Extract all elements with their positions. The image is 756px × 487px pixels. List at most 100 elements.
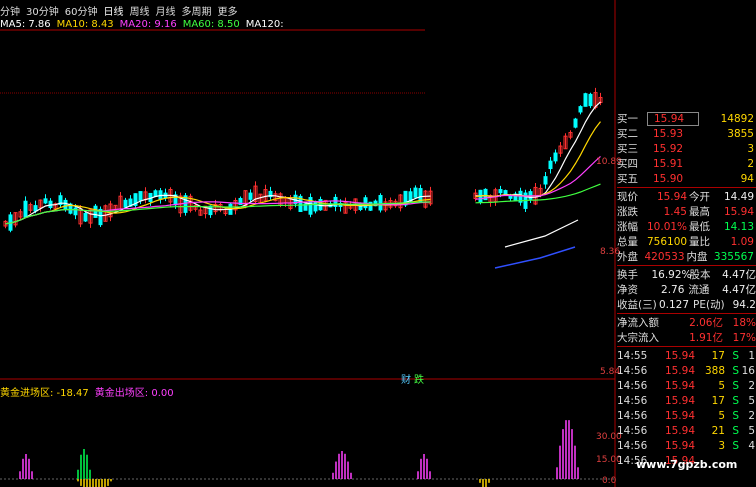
tick-count: 2 — [748, 409, 755, 422]
stat-label: 涨幅 — [617, 221, 638, 233]
candle-body — [578, 106, 583, 113]
tick-time: 14:56 — [617, 409, 648, 422]
tick-count: 4 — [748, 439, 755, 452]
stat-row: 涨幅 10.01% 最低 14.13 — [617, 219, 756, 234]
candle-body — [208, 205, 213, 216]
bid-price: 15.94 — [647, 111, 699, 126]
tick-row: 14:56 15.94 5 S 2 — [617, 408, 756, 423]
bid-row[interactable]: 买五 15.90 94 — [617, 171, 756, 186]
share-value: 94.2 — [732, 298, 756, 311]
event-marker-drop[interactable]: 跌 — [414, 371, 424, 386]
tick-row: 14:56 15.94 3 S 4 — [617, 438, 756, 453]
tick-flag: S — [732, 424, 739, 437]
candle-body — [248, 192, 253, 200]
stat-value: 14.13 — [723, 220, 754, 233]
stat-label: 外盘 — [617, 251, 638, 263]
flow-label: 大宗流入 — [617, 332, 659, 344]
tick-row: 14:55 15.94 17 S 1 — [617, 348, 756, 363]
stat-label: 最高 — [689, 206, 710, 218]
flow-row: 净流入额 2.06亿 18% — [617, 315, 756, 330]
tick-flag: S — [732, 439, 739, 452]
candle-body — [583, 93, 588, 107]
tick-volume: 21 — [711, 424, 725, 437]
bid-row[interactable]: 买四 15.91 2 — [617, 156, 756, 171]
bid-list: 买一 15.94 14892 买二 15.93 3855 买三 15.92 3 买四 15.91 2 买… — [617, 111, 756, 186]
tick-volume: 17 — [711, 394, 725, 407]
tick-time: 14:56 — [617, 379, 648, 392]
flow-pct: 17% — [732, 331, 756, 344]
candle-body — [498, 189, 503, 194]
chart-gridlines — [0, 0, 616, 487]
tick-flag: S — [732, 394, 739, 407]
stat-value: 10.01% — [647, 220, 688, 233]
tick-price: 15.94 — [664, 394, 695, 407]
event-marker-finance[interactable]: 财 — [401, 371, 411, 386]
share-label: 收益(三) — [617, 299, 657, 311]
candle-body — [48, 200, 53, 208]
candle-body — [413, 187, 418, 198]
candle-body — [93, 205, 98, 218]
bid-volume: 3855 — [727, 127, 754, 140]
stat-row: 现价 15.94 今开 14.49 — [617, 189, 756, 204]
flow-value: 2.06亿 — [689, 317, 723, 329]
candle-body — [153, 190, 158, 197]
tick-time: 14:56 — [617, 394, 648, 407]
candle-body — [418, 188, 423, 202]
stat-value: 1.45 — [663, 205, 687, 218]
tick-count: 1 — [748, 349, 755, 362]
price-stats: 现价 15.94 今开 14.49 涨跌 1.45 最高 15.94 涨幅 10.01% 最低 14.… — [617, 189, 756, 264]
bid-row[interactable]: 买一 15.94 14892 — [617, 111, 756, 126]
indicator-legend-item: 黄金进场区: -18.47 — [0, 388, 89, 399]
share-label: 流通 — [688, 284, 710, 296]
tick-volume: 388 — [704, 364, 725, 377]
candle-body — [543, 176, 548, 185]
bid-volume: 2 — [747, 157, 754, 170]
sub-axis-zero: 0.0 — [602, 476, 617, 486]
stat-label: 涨跌 — [617, 206, 638, 218]
ma120-line — [494, 246, 576, 269]
stat-label: 现价 — [617, 191, 638, 203]
tick-volume: 5 — [718, 409, 725, 422]
stat-value: 756100 — [647, 235, 688, 248]
bid-row[interactable]: 买二 15.93 3855 — [617, 126, 756, 141]
candle-body — [378, 195, 383, 211]
tick-row: 14:56 15.94 388 S 16 — [617, 363, 756, 378]
tick-time: 14:56 — [617, 439, 648, 452]
stat-label: 总量 — [617, 236, 638, 248]
share-row: 收益(三) 0.127 PE(动) 94.2 — [617, 297, 756, 312]
tick-volume: 3 — [718, 439, 725, 452]
candle-body — [548, 160, 553, 170]
bid-volume: 94 — [740, 172, 754, 185]
bid-volume: 3 — [747, 142, 754, 155]
candle-body — [588, 93, 593, 107]
candle-body — [503, 190, 508, 195]
tick-volume: 17 — [711, 349, 725, 362]
stat-label: 今开 — [689, 191, 710, 203]
flow-label: 净流入额 — [617, 317, 659, 329]
share-label: PE(动) — [693, 299, 725, 311]
candle-body — [553, 152, 558, 162]
kline-chart[interactable] — [0, 0, 617, 487]
stat-value: 15.94 — [723, 205, 754, 218]
stat-value: 1.09 — [730, 235, 754, 248]
indicator-subchart — [19, 420, 579, 487]
bid-price: 15.91 — [653, 157, 684, 170]
share-value: 4.47亿 — [722, 284, 756, 296]
share-value: 16.92% — [651, 268, 692, 281]
stat-row: 总量 756100 量比 1.09 — [617, 234, 756, 249]
quote-panel: 买一 15.94 14892 买二 15.93 3855 买三 15.92 3 买四 15.91 2 买… — [617, 111, 756, 468]
flow-row: 大宗流入 1.91亿 17% — [617, 330, 756, 345]
share-label: 股本 — [689, 269, 711, 281]
money-flow: 净流入额 2.06亿 18% 大宗流入 1.91亿 17% — [617, 315, 756, 345]
share-stats: 换手 16.92% 股本 4.47亿 净资 2.76 流通 4.47亿 收益(三) 0.127 PE… — [617, 267, 756, 312]
bid-label: 买四 — [617, 158, 638, 170]
share-row: 换手 16.92% 股本 4.47亿 — [617, 267, 756, 282]
stat-value: 335567 — [713, 250, 754, 263]
tick-row: 14:56 15.94 21 S 5 — [617, 423, 756, 438]
stat-row: 外盘 420533 内盘 335567 — [617, 249, 756, 264]
tick-count: 5 — [748, 424, 755, 437]
bid-row[interactable]: 买三 15.92 3 — [617, 141, 756, 156]
bid-label: 买五 — [617, 173, 638, 185]
tick-time: 14:56 — [617, 364, 648, 377]
tick-price: 15.94 — [664, 379, 695, 392]
